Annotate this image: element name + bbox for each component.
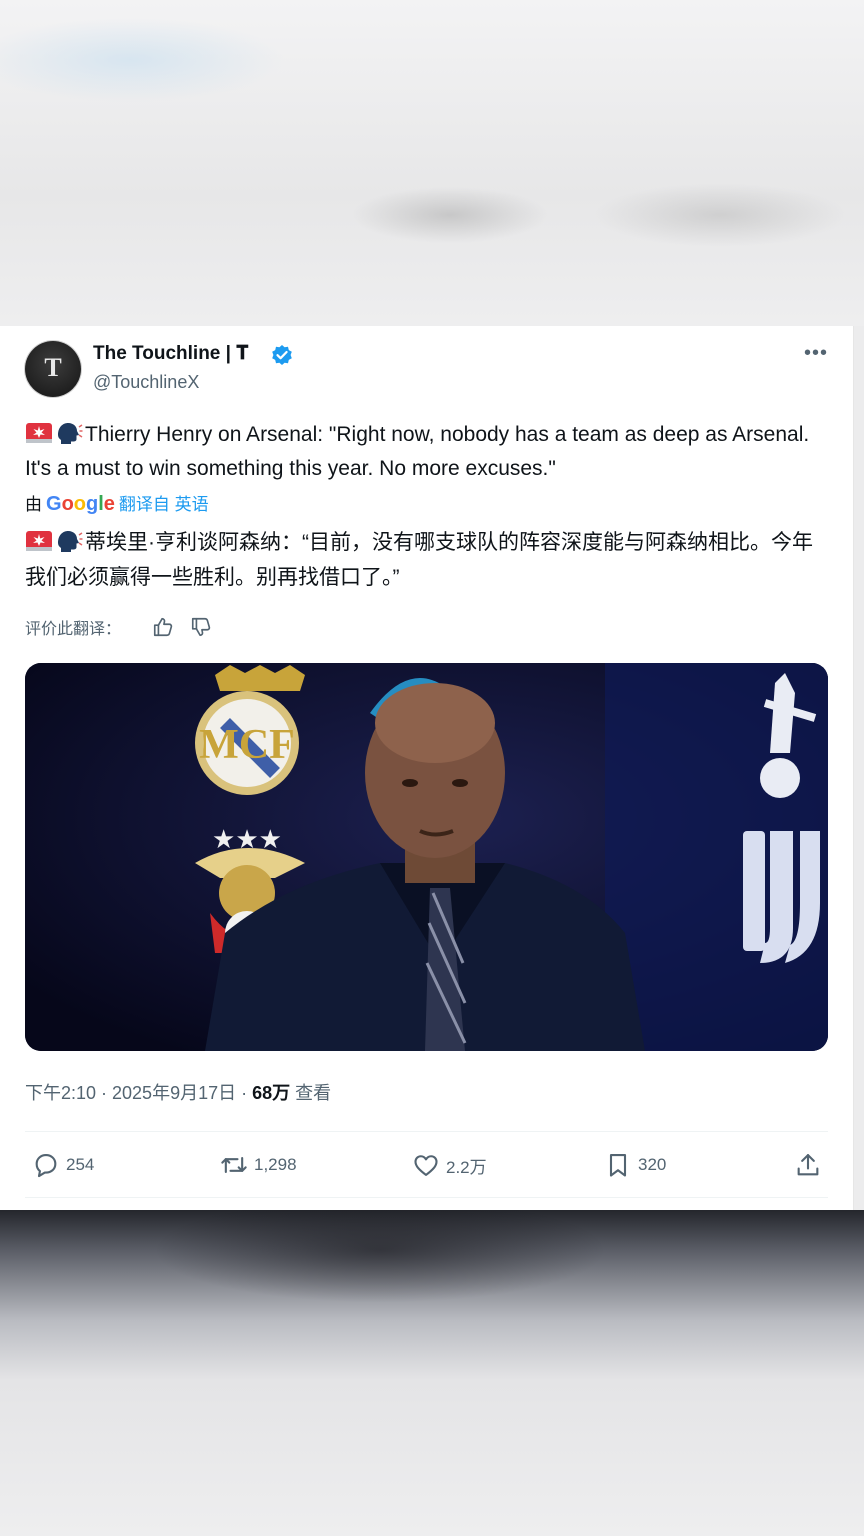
tweet-translation: 蒂埃里·亨利谈阿森纳：“目前，没有哪支球队的阵容深度能与阿森纳相比。今年我们必须… xyxy=(25,525,825,595)
like-count: 2.2万 xyxy=(446,1157,487,1177)
speaking-head-icon xyxy=(58,423,83,444)
juventus-logo xyxy=(743,831,820,963)
tweet-meta: 下午2:10 · 2025年9月17日 · 68万 查看 xyxy=(25,1079,331,1105)
tweet-text-en: Thierry Henry on Arsenal: "Right now, no… xyxy=(25,423,810,480)
avatar[interactable]: T xyxy=(25,341,81,397)
views-count: 68万 xyxy=(252,1083,291,1103)
avatar-letter: T xyxy=(44,353,62,382)
divider xyxy=(25,1131,828,1132)
reply-button[interactable]: 254 xyxy=(32,1150,94,1180)
bookmark-icon xyxy=(609,1154,627,1177)
translate-link[interactable]: 翻译自 英语 xyxy=(119,495,209,514)
translated-by-prefix: 由 xyxy=(25,495,42,514)
more-icon[interactable]: ••• xyxy=(804,342,828,365)
author-name[interactable]: The Touchline | 𝐓 xyxy=(93,343,248,365)
thumbs-down-icon[interactable] xyxy=(190,616,212,638)
tweet-text-zh: 蒂埃里·亨利谈阿森纳：“目前，没有哪支球队的阵容深度能与阿森纳相比。今年我们必须… xyxy=(25,531,813,589)
google-logo: Google xyxy=(46,493,115,515)
rate-translation-label: 评价此翻译： xyxy=(25,621,122,638)
svg-text:MCF: MCF xyxy=(199,722,295,768)
author-handle[interactable]: @TouchlineX xyxy=(93,372,199,393)
verified-badge-icon xyxy=(272,345,292,365)
reply-count: 254 xyxy=(66,1155,95,1174)
bookmark-button[interactable]: 320 xyxy=(604,1150,666,1180)
share-icon xyxy=(797,1154,819,1176)
tweet-time[interactable]: 下午2:10 · 2025年9月17日 · xyxy=(25,1083,252,1103)
translated-by: 由 Google 翻译自 英语 xyxy=(25,490,209,516)
blurred-background-bottom xyxy=(0,1210,864,1536)
thumbs-up-icon[interactable] xyxy=(152,616,174,638)
tweet-media-image[interactable]: MCF ★★★ xyxy=(25,663,828,1051)
like-button[interactable]: 2.2万 xyxy=(412,1150,487,1180)
siren-icon xyxy=(26,531,52,551)
reply-icon xyxy=(35,1154,57,1178)
tweet-text: Thierry Henry on Arsenal: "Right now, no… xyxy=(25,418,825,486)
like-icon xyxy=(414,1155,438,1176)
video-still: MCF ★★★ xyxy=(25,663,828,1051)
retweet-button[interactable]: 1,298 xyxy=(220,1150,297,1180)
share-button[interactable] xyxy=(794,1150,828,1180)
retweet-icon xyxy=(221,1156,247,1174)
blurred-background-top xyxy=(0,0,864,326)
speaking-head-icon xyxy=(58,531,83,552)
bookmark-count: 320 xyxy=(638,1155,667,1174)
retweet-count: 1,298 xyxy=(254,1155,297,1174)
divider xyxy=(25,1197,828,1198)
siren-icon xyxy=(26,423,52,443)
views-label: 查看 xyxy=(290,1083,332,1103)
